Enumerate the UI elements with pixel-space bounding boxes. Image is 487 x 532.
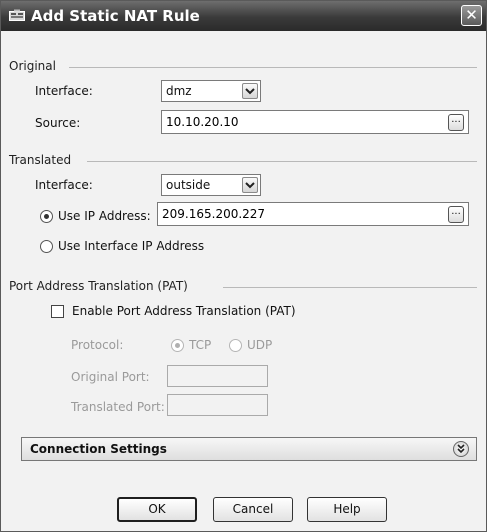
ellipsis-icon: ... xyxy=(451,114,461,125)
close-icon: ✕ xyxy=(465,6,478,24)
translated-section-title: Translated xyxy=(9,153,78,167)
enable-pat-label[interactable]: Enable Port Address Translation (PAT) xyxy=(72,304,296,318)
use-ip-address-label[interactable]: Use IP Address: xyxy=(58,209,151,223)
chevron-down-icon[interactable] xyxy=(242,83,258,99)
use-interface-ip-radio[interactable] xyxy=(40,240,53,253)
udp-radio[interactable] xyxy=(229,339,242,352)
use-ip-address-radio[interactable] xyxy=(40,210,53,223)
translated-divider xyxy=(87,161,477,162)
tcp-radio[interactable] xyxy=(171,339,184,352)
connection-settings-bar[interactable]: Connection Settings xyxy=(21,437,477,461)
source-browse-button[interactable]: ... xyxy=(448,114,464,131)
cancel-button[interactable]: Cancel xyxy=(213,497,293,522)
translated-port-input[interactable] xyxy=(167,394,268,416)
original-interface-value: dmz xyxy=(166,84,192,98)
original-port-input[interactable] xyxy=(167,365,268,387)
tcp-label[interactable]: TCP xyxy=(189,338,211,352)
ellipsis-icon: ... xyxy=(451,206,461,217)
ok-button[interactable]: OK xyxy=(117,497,197,522)
dialog-title: Add Static NAT Rule xyxy=(31,7,200,25)
original-port-label: Original Port: xyxy=(71,370,150,384)
translated-interface-label: Interface: xyxy=(35,178,93,192)
original-section-title: Original xyxy=(9,59,62,73)
original-source-label: Source: xyxy=(35,116,81,130)
double-chevron-down-icon[interactable] xyxy=(453,441,469,457)
pat-divider xyxy=(223,287,477,288)
chevron-down-icon[interactable] xyxy=(242,177,258,193)
translated-ip-input[interactable]: 209.165.200.227 xyxy=(157,202,469,226)
close-button[interactable]: ✕ xyxy=(461,5,482,26)
pat-section-title: Port Address Translation (PAT) xyxy=(9,279,194,293)
udp-label[interactable]: UDP xyxy=(247,338,272,352)
title-bar[interactable]: Add Static NAT Rule ✕ xyxy=(1,1,486,31)
original-source-input[interactable]: 10.10.20.10 xyxy=(161,110,469,134)
help-button[interactable]: Help xyxy=(307,497,387,522)
enable-pat-checkbox[interactable] xyxy=(51,305,64,318)
original-source-value: 10.10.20.10 xyxy=(166,115,239,129)
translated-interface-select[interactable]: outside xyxy=(161,174,261,196)
connection-settings-label: Connection Settings xyxy=(30,442,167,456)
use-interface-ip-label[interactable]: Use Interface IP Address xyxy=(58,239,204,253)
translated-port-label: Translated Port: xyxy=(71,400,165,414)
protocol-label: Protocol: xyxy=(71,338,124,352)
original-divider xyxy=(69,67,477,68)
ip-browse-button[interactable]: ... xyxy=(448,206,464,223)
dialog-body: Original Interface: dmz Source: 10.10.20… xyxy=(1,31,486,531)
nat-rule-icon xyxy=(9,9,25,22)
original-interface-select[interactable]: dmz xyxy=(161,80,261,102)
add-static-nat-rule-dialog: Add Static NAT Rule ✕ Original Interface… xyxy=(0,0,487,532)
translated-ip-value: 209.165.200.227 xyxy=(162,207,266,221)
original-interface-label: Interface: xyxy=(35,84,93,98)
translated-interface-value: outside xyxy=(166,178,211,192)
